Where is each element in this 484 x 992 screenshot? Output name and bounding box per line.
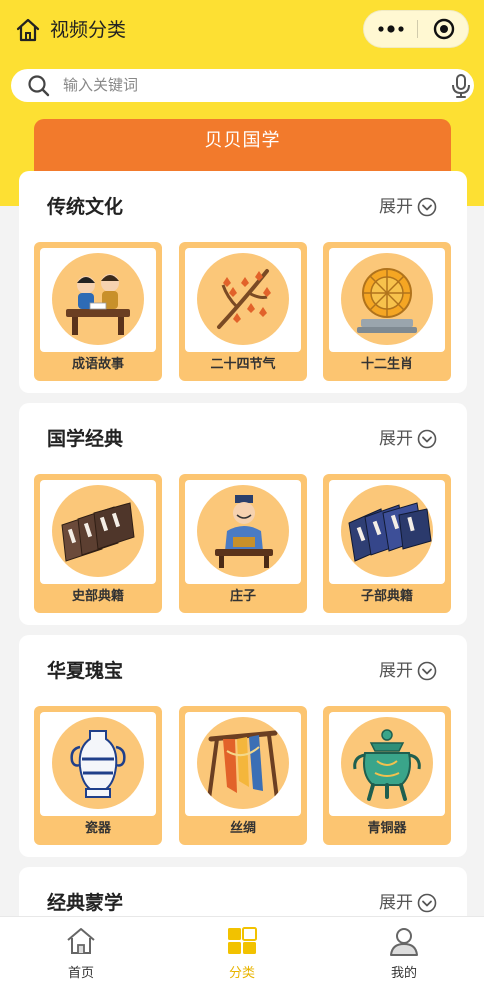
tile-frame xyxy=(185,480,301,584)
home-icon[interactable] xyxy=(12,14,44,46)
category-tab-icon xyxy=(226,925,258,957)
profile-tab-icon xyxy=(388,925,420,957)
page-title: 视频分类 xyxy=(50,19,127,41)
search-bar[interactable]: 输入关键词 xyxy=(11,69,474,102)
tile-frame xyxy=(329,712,445,816)
category-tile[interactable]: 瓷器 xyxy=(34,706,162,845)
section-chinese-treasures: 华夏瑰宝 展开 瓷器 丝绸 青铜器 xyxy=(19,635,467,857)
tile-label: 子部典籍 xyxy=(360,589,413,604)
tile-frame xyxy=(329,480,445,584)
mini-program-capsule xyxy=(363,10,469,48)
bottom-tab-bar: 首页 分类 我的 xyxy=(0,916,484,992)
chevron-down-icon xyxy=(417,429,437,449)
autumn-branch-icon xyxy=(197,253,289,345)
tab-label: 首页 xyxy=(67,966,94,981)
history-books-icon xyxy=(52,485,144,577)
expand-label: 展开 xyxy=(379,429,413,449)
tile-label: 成语故事 xyxy=(71,357,124,372)
tab-label: 分类 xyxy=(228,966,255,981)
section-title: 经典蒙学 xyxy=(47,892,124,914)
storytellers-icon xyxy=(52,253,144,345)
category-tile[interactable]: 成语故事 xyxy=(34,242,162,381)
scholar-reading-icon xyxy=(197,485,289,577)
tile-frame xyxy=(185,712,301,816)
category-tile[interactable]: 史部典籍 xyxy=(34,474,162,613)
zodiac-wheel-icon xyxy=(341,253,433,345)
tile-frame xyxy=(40,248,156,352)
section-title: 华夏瑰宝 xyxy=(47,660,124,682)
tile-frame xyxy=(40,712,156,816)
tile-label: 瓷器 xyxy=(84,821,111,836)
category-tile[interactable]: 丝绸 xyxy=(179,706,307,845)
porcelain-vase-icon xyxy=(52,717,144,809)
tile-label: 庄子 xyxy=(229,589,256,604)
expand-label: 展开 xyxy=(379,197,413,217)
category-tile[interactable]: 二十四节气 xyxy=(179,242,307,381)
expand-button[interactable]: 展开 xyxy=(379,194,437,220)
tile-frame xyxy=(185,248,301,352)
section-chinese-classics: 国学经典 展开 史部典籍 庄子 子部典籍 xyxy=(19,403,467,625)
tab-profile[interactable]: 我的 xyxy=(349,917,459,992)
search-icon xyxy=(27,74,51,98)
chevron-down-icon xyxy=(417,197,437,217)
tile-frame xyxy=(40,480,156,584)
microphone-icon[interactable] xyxy=(449,73,473,99)
home-tab-icon xyxy=(65,925,97,957)
expand-label: 展开 xyxy=(379,893,413,913)
tile-label: 二十四节气 xyxy=(210,357,276,372)
tile-label: 青铜器 xyxy=(367,821,407,836)
section-title: 国学经典 xyxy=(47,428,124,450)
category-tile[interactable]: 子部典籍 xyxy=(323,474,451,613)
more-dots-icon[interactable] xyxy=(364,11,417,47)
tab-category[interactable]: 分类 xyxy=(187,917,297,992)
silk-rack-icon xyxy=(197,717,289,809)
tile-label: 丝绸 xyxy=(229,821,256,836)
tab-home[interactable]: 首页 xyxy=(26,917,136,992)
chevron-down-icon xyxy=(417,661,437,681)
bronze-ding-icon xyxy=(341,717,433,809)
category-tile[interactable]: 十二生肖 xyxy=(323,242,451,381)
chevron-down-icon xyxy=(417,893,437,913)
philosophy-books-icon xyxy=(341,485,433,577)
tile-frame xyxy=(329,248,445,352)
category-tile[interactable]: 庄子 xyxy=(179,474,307,613)
expand-label: 展开 xyxy=(379,661,413,681)
expand-button[interactable]: 展开 xyxy=(379,658,437,684)
category-tile[interactable]: 青铜器 xyxy=(323,706,451,845)
expand-button[interactable]: 展开 xyxy=(379,426,437,452)
tile-label: 史部典籍 xyxy=(71,589,124,604)
search-input[interactable]: 输入关键词 xyxy=(63,76,138,95)
tile-label: 十二生肖 xyxy=(360,357,413,372)
section-title: 传统文化 xyxy=(47,196,124,218)
section-traditional-culture: 传统文化 展开 成语故事 二十四节气 十二生肖 xyxy=(19,171,467,393)
expand-button[interactable]: 展开 xyxy=(379,890,437,916)
tab-label: 我的 xyxy=(390,966,417,981)
target-close-icon[interactable] xyxy=(418,11,470,47)
nav-bar: 视频分类 xyxy=(0,0,484,60)
